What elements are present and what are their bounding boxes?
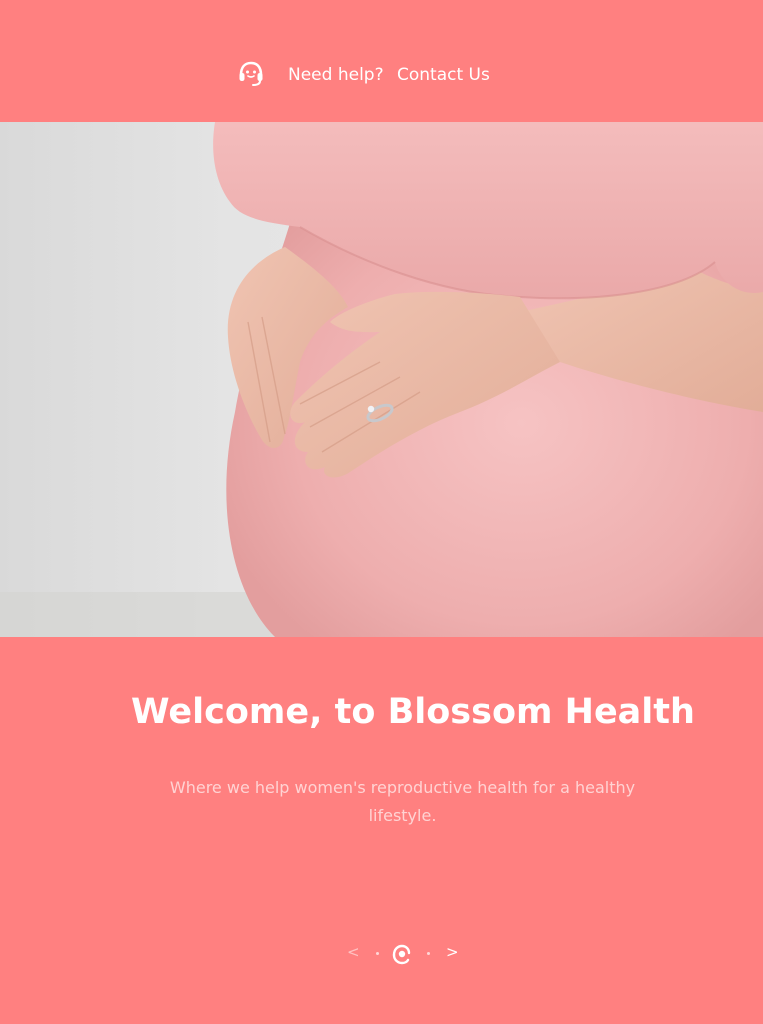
slider-prev-button[interactable]: < bbox=[347, 942, 360, 962]
need-help-text: Need help? bbox=[288, 65, 384, 85]
blossom-logo-icon[interactable] bbox=[390, 943, 412, 965]
welcome-title: Welcome, to Blossom Health bbox=[131, 692, 695, 732]
hero-image bbox=[0, 122, 763, 637]
welcome-subtitle: Where we help women's reproductive healt… bbox=[169, 778, 636, 825]
slider-next-button[interactable]: > bbox=[446, 942, 459, 962]
slider-dot[interactable] bbox=[376, 952, 379, 955]
contact-us-link[interactable]: Contact Us bbox=[397, 63, 490, 87]
pregnant-woman-photo bbox=[0, 122, 763, 637]
page: Need help? Contact Us Welcome, to Blosso… bbox=[0, 0, 763, 1024]
headset-support-icon bbox=[237, 59, 265, 87]
slider-dot[interactable] bbox=[427, 952, 430, 955]
help-bar: Need help? Contact Us bbox=[0, 0, 763, 122]
slider-navigation: < > bbox=[340, 938, 464, 968]
